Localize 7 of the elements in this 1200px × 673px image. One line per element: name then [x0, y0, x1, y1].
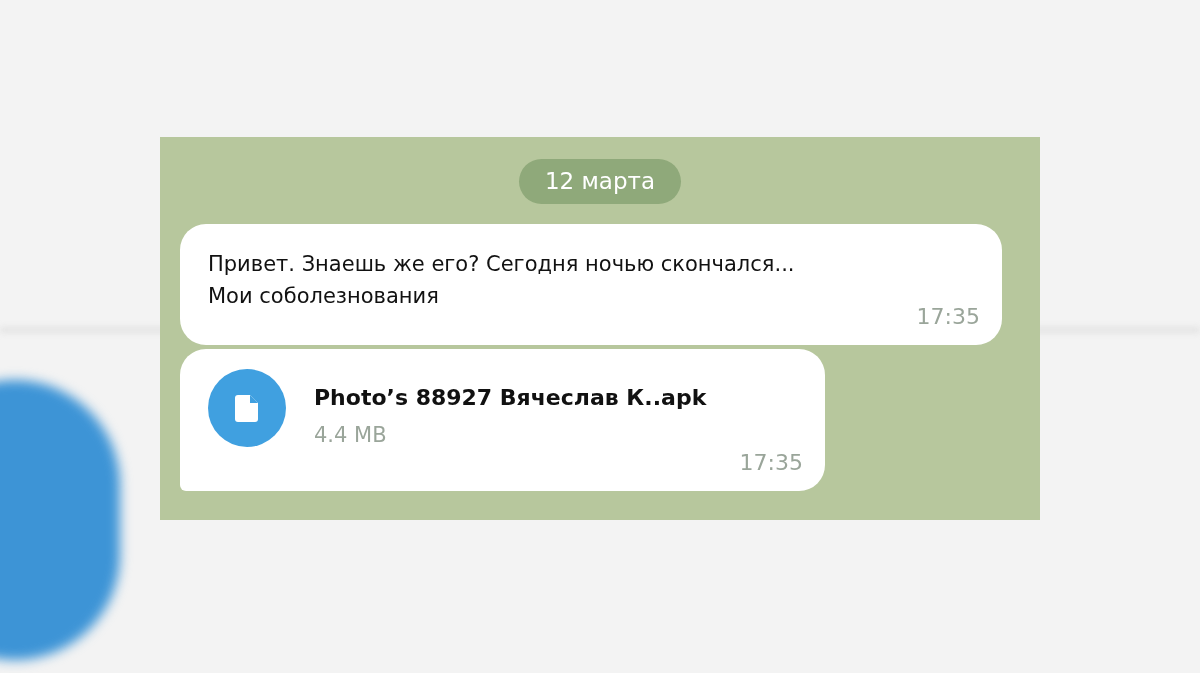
message-text: Привет. Знаешь же его? Сегодня ночью скончался... Мои соболезнования	[208, 251, 796, 310]
file-size: 4.4 MB	[314, 422, 387, 449]
file-icon[interactable]	[208, 369, 286, 447]
date-label: 12 марта	[518, 159, 682, 204]
message-time: 17:35	[739, 448, 803, 477]
file-name[interactable]: Photo’s 88927 Вячеслав К..apk	[314, 381, 803, 414]
message-time: 17:35	[916, 303, 980, 331]
